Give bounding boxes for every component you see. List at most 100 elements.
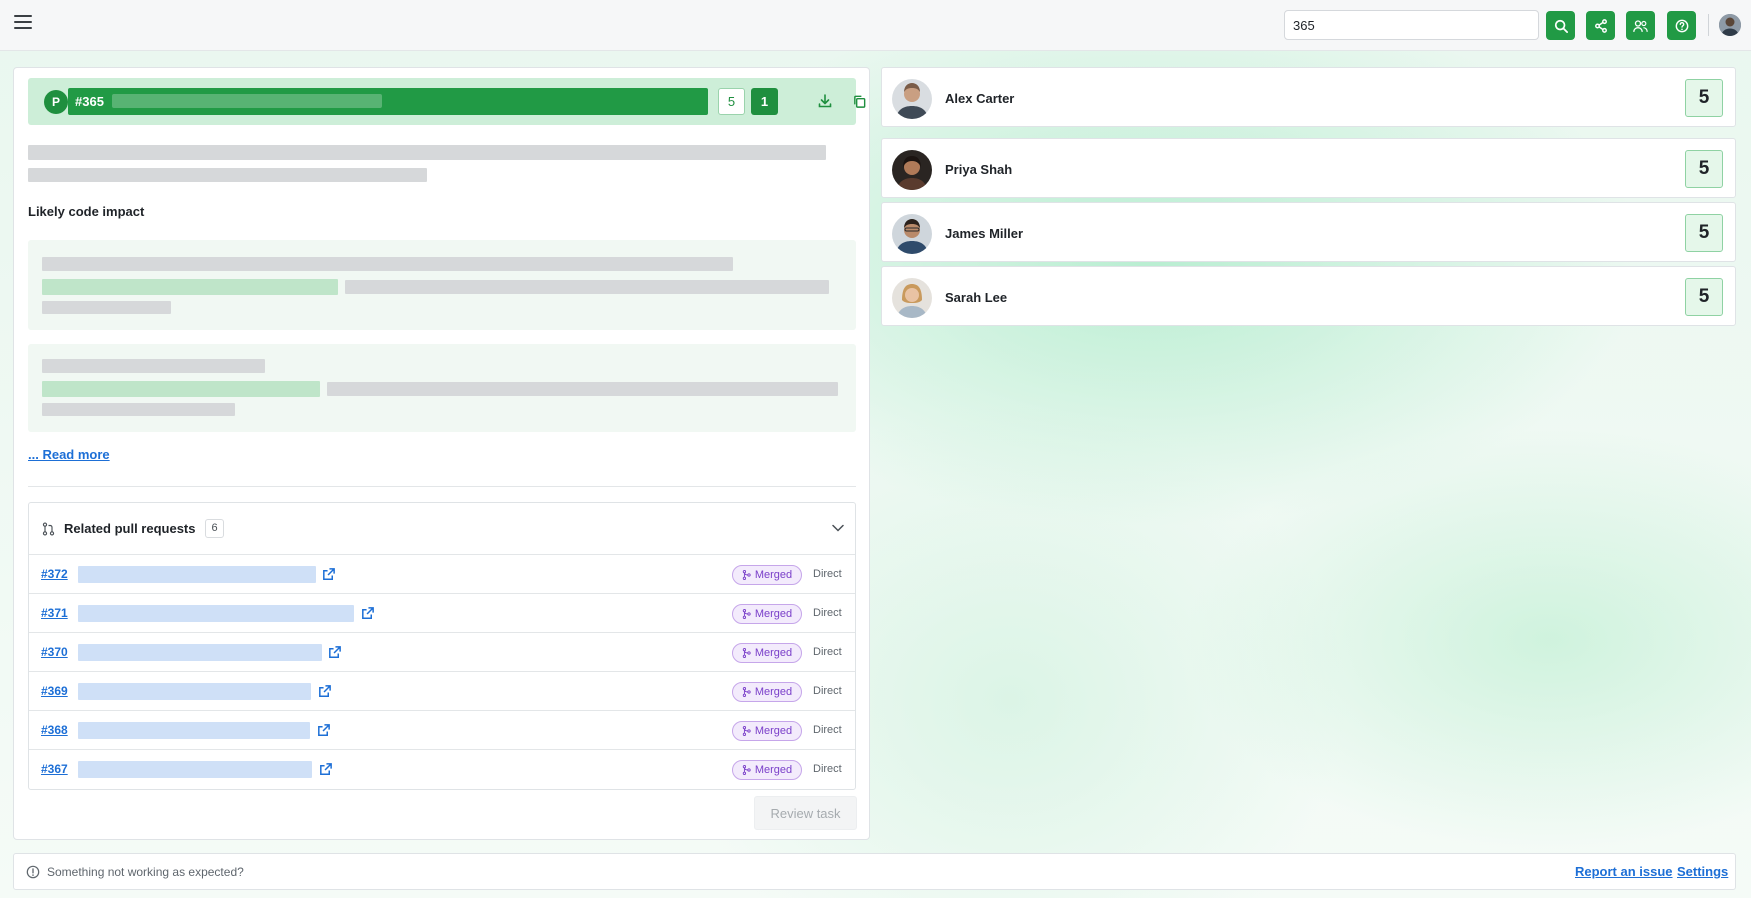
pr-link[interactable]: #371	[41, 606, 68, 620]
avatar	[892, 150, 932, 190]
merge-icon	[742, 609, 751, 619]
redacted-description	[28, 168, 427, 182]
person-card[interactable]: Priya Shah 5	[881, 138, 1736, 198]
pr-count-badge: 6	[205, 519, 224, 538]
feedback-footer: Something not working as expected? Repor…	[13, 853, 1736, 890]
download-button[interactable]	[814, 90, 836, 112]
redacted-pr-title	[78, 722, 310, 739]
settings-link[interactable]: Settings	[1677, 864, 1728, 879]
relation-label: Direct	[813, 568, 842, 580]
read-more-link[interactable]: ... Read more	[28, 447, 110, 462]
pr-link[interactable]: #367	[41, 762, 68, 776]
person-name: Alex Carter	[945, 91, 1015, 106]
merge-icon	[742, 648, 751, 658]
task-title: #365	[68, 88, 708, 115]
team-icon	[1633, 19, 1648, 32]
share-button[interactable]	[1586, 11, 1615, 40]
person-card[interactable]: James Miller 5	[881, 202, 1736, 262]
merged-status-badge: Merged	[732, 643, 802, 663]
chevron-down-icon[interactable]	[832, 524, 844, 532]
user-avatar[interactable]	[1719, 14, 1741, 36]
task-panel: P #365 5 1 Likely code impact ... Read m…	[13, 67, 870, 840]
redacted-pr-title	[78, 566, 316, 583]
relation-label: Direct	[813, 607, 842, 619]
relation-label: Direct	[813, 646, 842, 658]
report-issue-link[interactable]: Report an issue	[1575, 864, 1673, 879]
help-icon	[1675, 19, 1688, 32]
person-name: Sarah Lee	[945, 290, 1008, 305]
score-badge: 5	[1685, 214, 1723, 252]
external-link-icon[interactable]	[318, 762, 333, 777]
merged-status-badge: Merged	[732, 721, 802, 741]
info-circle-icon	[26, 865, 40, 879]
search-button[interactable]	[1546, 11, 1575, 40]
help-button[interactable]	[1667, 11, 1696, 40]
redacted-pr-title	[78, 761, 312, 778]
external-link-icon[interactable]	[316, 723, 331, 738]
relation-label: Direct	[813, 685, 842, 697]
download-icon	[818, 94, 832, 108]
person-name: James Miller	[945, 226, 1024, 241]
merge-icon	[742, 726, 751, 736]
pr-row: #369 Merged Direct	[29, 672, 855, 711]
impact-card	[28, 240, 856, 330]
impact-card	[28, 344, 856, 432]
pr-link[interactable]: #372	[41, 567, 68, 581]
assignee-count[interactable]: 1	[751, 88, 778, 115]
pr-link[interactable]: #369	[41, 684, 68, 698]
avatar	[892, 278, 932, 318]
score-badge: 5	[1685, 278, 1723, 316]
merge-icon	[742, 687, 751, 697]
external-link-icon[interactable]	[327, 645, 342, 660]
pr-panel-title: Related pull requests	[64, 521, 196, 536]
team-button[interactable]	[1626, 11, 1655, 40]
external-link-icon[interactable]	[321, 567, 336, 582]
relation-label: Direct	[813, 763, 842, 775]
external-link-icon[interactable]	[360, 606, 375, 621]
score-badge: 5	[1685, 150, 1723, 188]
person-card[interactable]: Alex Carter 5	[881, 67, 1736, 127]
search-icon	[1554, 19, 1568, 33]
priority-badge: P	[44, 90, 68, 114]
pr-row: #368 Merged Direct	[29, 711, 855, 750]
merge-icon	[742, 765, 751, 775]
pr-row: #367 Merged Direct	[29, 750, 855, 789]
avatar	[892, 214, 932, 254]
merged-status-badge: Merged	[732, 565, 802, 585]
pr-row: #372 Merged Direct	[29, 555, 855, 594]
divider	[1708, 14, 1709, 36]
estimate-count[interactable]: 5	[718, 88, 745, 115]
redacted-pr-title	[78, 605, 354, 622]
external-link-icon[interactable]	[317, 684, 332, 699]
review-task-button[interactable]: Review task	[754, 796, 857, 830]
copy-icon	[853, 95, 865, 108]
search-input[interactable]	[1284, 10, 1539, 40]
copy-button[interactable]	[848, 90, 870, 112]
redacted-description	[28, 145, 826, 160]
merged-status-badge: Merged	[732, 760, 802, 780]
divider	[28, 486, 856, 487]
relation-label: Direct	[813, 724, 842, 736]
pr-row: #371 Merged Direct	[29, 594, 855, 633]
score-badge: 5	[1685, 79, 1723, 117]
redacted-pr-title	[78, 683, 311, 700]
pr-link[interactable]: #370	[41, 645, 68, 659]
footer-message: Something not working as expected?	[47, 865, 244, 879]
pr-row: #370 Merged Direct	[29, 633, 855, 672]
top-bar	[0, 0, 1751, 51]
merged-status-badge: Merged	[732, 604, 802, 624]
avatar	[892, 79, 932, 119]
person-card[interactable]: Sarah Lee 5	[881, 266, 1736, 326]
merged-status-badge: Merged	[732, 682, 802, 702]
related-pull-requests: Related pull requests 6 #372 Merged Dire…	[28, 502, 856, 790]
pr-link[interactable]: #368	[41, 723, 68, 737]
person-name: Priya Shah	[945, 162, 1013, 177]
task-id: #365	[75, 94, 104, 109]
pr-panel-header[interactable]: Related pull requests 6	[29, 503, 855, 555]
menu-icon[interactable]	[14, 15, 32, 31]
task-header: P #365 5 1	[28, 78, 865, 125]
share-icon	[1594, 18, 1607, 33]
redacted-title	[112, 94, 382, 108]
redacted-pr-title	[78, 644, 322, 661]
merge-icon	[742, 570, 751, 580]
